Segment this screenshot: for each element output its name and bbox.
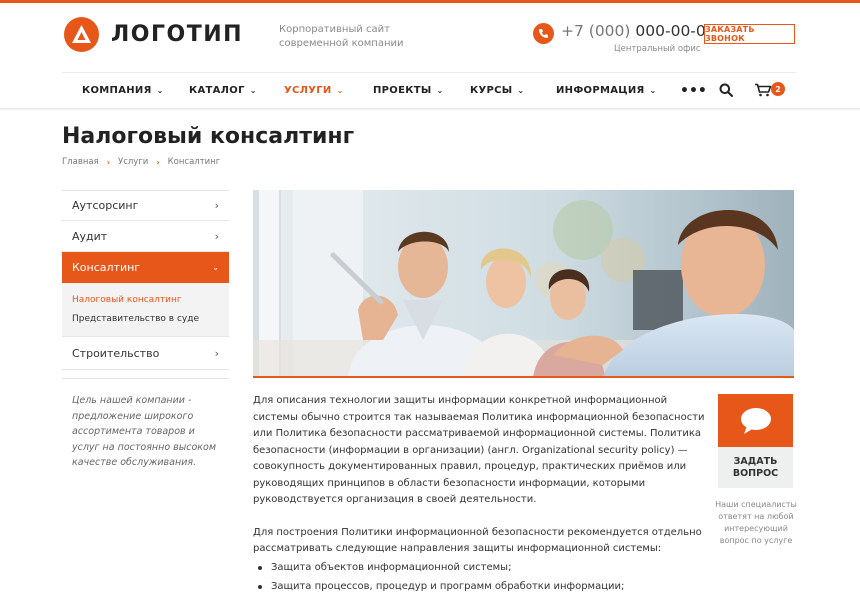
nav-label: ПРОЕКТЫ xyxy=(373,85,432,96)
cart-count-badge: 2 xyxy=(771,82,785,96)
breadcrumb-home[interactable]: Главная xyxy=(62,157,99,167)
phone-prefix: +7 (000) xyxy=(561,22,631,40)
breadcrumb-current: Консалтинг xyxy=(167,157,221,167)
breadcrumb-services[interactable]: Услуги xyxy=(118,157,148,167)
article-content: Для описания технологии защиты информаци… xyxy=(253,393,713,597)
breadcrumb: Главная › Услуги › Консалтинг xyxy=(62,157,220,167)
sidebar-submenu: Налоговый консалтинг Представительство в… xyxy=(62,283,229,337)
chevron-right-icon: › xyxy=(214,346,219,360)
chevron-down-icon: ⌄ xyxy=(336,86,344,95)
article-bullet-list: Защита объектов информационной системы; … xyxy=(253,558,713,597)
nav-label: УСЛУГИ xyxy=(284,85,332,96)
chevron-down-icon: ⌄ xyxy=(156,86,164,95)
nav-label: КУРСЫ xyxy=(470,85,513,96)
nav-more-button[interactable]: ••• xyxy=(680,73,707,108)
top-accent-line xyxy=(0,0,860,3)
phone-number[interactable]: +7 (000) 000-00-00 xyxy=(561,22,716,40)
main-nav: КОМПАНИЯ ⌄ КАТАЛОГ ⌄ УСЛУГИ ⌄ ПРОЕКТЫ ⌄ КУРС… xyxy=(62,72,796,108)
chevron-right-icon: › xyxy=(214,229,219,243)
chevron-down-icon: ⌄ xyxy=(649,86,657,95)
page-title: Налоговый консалтинг xyxy=(62,124,355,149)
nav-item-projects[interactable]: ПРОЕКТЫ ⌄ xyxy=(373,73,444,108)
sidebar-item-label: Аутсорсинг xyxy=(72,199,139,212)
hero-image xyxy=(253,190,794,378)
ask-question-label: ЗАДАТЬ ВОПРОС xyxy=(718,447,793,488)
nav-divider xyxy=(0,108,860,111)
search-icon[interactable] xyxy=(719,83,733,97)
ask-question-button[interactable]: ЗАДАТЬ ВОПРОС xyxy=(718,394,793,488)
logo[interactable]: ЛОГОТИП xyxy=(64,17,243,52)
logo-mark-icon xyxy=(64,17,99,52)
sidebar-item-construction[interactable]: Строительство › xyxy=(62,337,229,370)
chevron-down-icon: ⌄ xyxy=(249,86,257,95)
tagline-line-1: Корпоративный сайт xyxy=(279,24,390,35)
breadcrumb-separator-icon: › xyxy=(106,157,111,167)
sidebar-note: Цель нашей компании - предложение широко… xyxy=(72,395,217,468)
sidebar-item-label: Аудит xyxy=(72,229,108,243)
chevron-right-icon: › xyxy=(214,199,219,212)
nav-label: КОМПАНИЯ xyxy=(82,85,152,96)
ask-label-line-2: ВОПРОС xyxy=(732,467,779,479)
sidebar-item-audit[interactable]: Аудит › xyxy=(62,221,229,252)
sidebar-item-outsourcing[interactable]: Аутсорсинг › xyxy=(62,190,229,221)
cart-icon[interactable] xyxy=(754,83,772,97)
sidebar-subitem-tax-consulting[interactable]: Налоговый консалтинг xyxy=(72,292,229,311)
phone-icon xyxy=(533,23,554,44)
ask-label-line-1: ЗАДАТЬ xyxy=(733,455,778,467)
chevron-down-icon: ⌄ xyxy=(517,86,525,95)
chevron-down-icon: ⌄ xyxy=(436,86,444,95)
nav-item-company[interactable]: КОМПАНИЯ ⌄ xyxy=(82,73,164,108)
nav-item-services[interactable]: УСЛУГИ ⌄ xyxy=(284,73,344,108)
nav-item-courses[interactable]: КУРСЫ ⌄ xyxy=(470,73,524,108)
list-item: Защита процессов, процедур и программ об… xyxy=(253,577,713,597)
breadcrumb-separator-icon: › xyxy=(156,157,160,167)
nav-item-information[interactable]: ИНФОРМАЦИЯ ⌄ xyxy=(556,73,657,108)
chevron-down-icon: ⌄ xyxy=(212,262,219,272)
sidebar-divider xyxy=(62,378,229,379)
speech-bubble-icon xyxy=(741,408,771,434)
nav-item-catalog[interactable]: КАТАЛОГ ⌄ xyxy=(189,73,257,108)
logo-text: ЛОГОТИП xyxy=(111,22,244,47)
site-tagline: Корпоративный сайт современной компании xyxy=(279,23,409,51)
sidebar-subitem-court-representation[interactable]: Представительство в суде xyxy=(72,311,229,330)
sidebar-item-consulting[interactable]: Консалтинг ⌄ xyxy=(62,252,229,283)
ask-question-caption: Наши специалисты ответят на любой интере… xyxy=(715,500,797,545)
article-paragraph-2: Для построения Политики информационной б… xyxy=(253,526,702,555)
nav-label: КАТАЛОГ xyxy=(189,85,245,96)
callback-button[interactable]: ЗАКАЗАТЬ ЗВОНОК xyxy=(704,24,795,44)
tagline-line-2: современной компании xyxy=(279,38,404,49)
nav-label: ИНФОРМАЦИЯ xyxy=(556,85,645,96)
business-meeting-illustration xyxy=(253,190,794,376)
sidebar-item-label: Консалтинг xyxy=(72,260,141,274)
phone-caption: Центральный офис xyxy=(614,44,701,54)
article-paragraph-1: Для описания технологии защиты информаци… xyxy=(253,395,705,505)
sidebar-item-label: Строительство xyxy=(72,346,160,360)
sidebar-menu: Аутсорсинг › Аудит › Консалтинг ⌄ Налого… xyxy=(62,190,229,370)
ask-question-header xyxy=(718,394,793,447)
list-item: Защита объектов информационной системы; xyxy=(253,558,713,578)
